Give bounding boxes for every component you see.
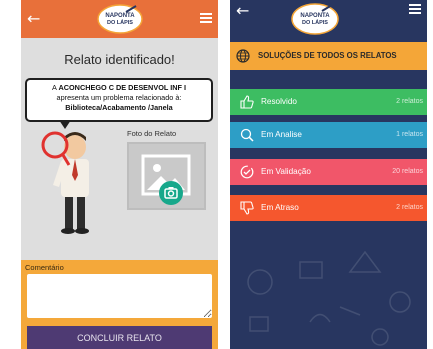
status-row-em-validacao[interactable]: Em Validação 20 relatos bbox=[230, 159, 427, 185]
comment-label: Comentário bbox=[25, 263, 64, 272]
camera-button[interactable] bbox=[159, 181, 183, 205]
problem-category: Biblioteca/Acabamento /Janela bbox=[65, 103, 173, 112]
hamburger-menu-icon[interactable] bbox=[409, 4, 421, 14]
logo-text-line2: DO LÁPIS bbox=[107, 19, 133, 26]
thumbs-up-icon bbox=[240, 95, 254, 109]
thumbs-down-icon bbox=[240, 201, 254, 215]
globe-icon bbox=[236, 49, 250, 63]
speech-bubble: A ACONCHEGO C DE DESENVOL INF I apresent… bbox=[25, 78, 213, 122]
status-label: Em Validação bbox=[261, 167, 311, 176]
complete-report-button[interactable]: CONCLUIR RELATO bbox=[27, 326, 212, 349]
section-title: SOLUÇÕES DE TODOS OS RELATOS bbox=[258, 51, 397, 60]
status-row-em-atraso[interactable]: Em Atraso 2 relatos bbox=[230, 195, 427, 221]
logo-text-line1: NAPONTA bbox=[300, 13, 330, 19]
status-label: Resolvido bbox=[261, 97, 297, 106]
top-bar: ← NAPONTA DO LÁPIS bbox=[21, 0, 218, 38]
brand-logo: NAPONTA DO LÁPIS bbox=[96, 4, 144, 34]
reports-list-screen: ← NAPONTA DO LÁPIS SOLUÇÕES DE TODOS OS … bbox=[230, 0, 427, 349]
status-count: 2 relatos bbox=[396, 204, 423, 211]
hamburger-menu-icon[interactable] bbox=[200, 13, 212, 23]
status-label: Em Atraso bbox=[261, 203, 299, 212]
section-heading: SOLUÇÕES DE TODOS OS RELATOS bbox=[230, 42, 427, 70]
check-circle-icon bbox=[240, 165, 254, 179]
page-title: Relato identificado! bbox=[64, 52, 175, 67]
status-label: Em Analise bbox=[261, 130, 302, 139]
school-name: ACONCHEGO C DE DESENVOL INF I bbox=[58, 83, 187, 92]
logo-text-line1: NAPONTA bbox=[105, 13, 135, 19]
comment-input[interactable] bbox=[27, 274, 212, 318]
status-row-resolvido[interactable]: Resolvido 2 relatos bbox=[230, 89, 427, 115]
comment-panel: Comentário CONCLUIR RELATO bbox=[21, 260, 218, 349]
status-count: 20 relatos bbox=[392, 168, 423, 175]
status-row-em-analise[interactable]: Em Analise 1 relatos bbox=[230, 122, 427, 148]
photo-label: Foto do Relato bbox=[127, 129, 177, 138]
doodle-background bbox=[247, 250, 411, 346]
search-icon bbox=[240, 128, 254, 142]
camera-icon bbox=[164, 187, 178, 199]
status-count: 1 relatos bbox=[396, 131, 423, 138]
logo-text-line2: DO LÁPIS bbox=[302, 19, 328, 26]
back-arrow-icon[interactable]: ← bbox=[27, 11, 43, 27]
brand-logo: NAPONTA DO LÁPIS bbox=[290, 2, 340, 36]
bubble-line2: apresenta um problema relacionado à: bbox=[56, 93, 182, 102]
back-arrow-icon[interactable]: ← bbox=[236, 3, 252, 19]
detective-illustration bbox=[41, 131, 89, 234]
report-screen: ← NAPONTA DO LÁPIS Relato identificado! … bbox=[21, 0, 218, 349]
status-count: 2 relatos bbox=[396, 98, 423, 105]
